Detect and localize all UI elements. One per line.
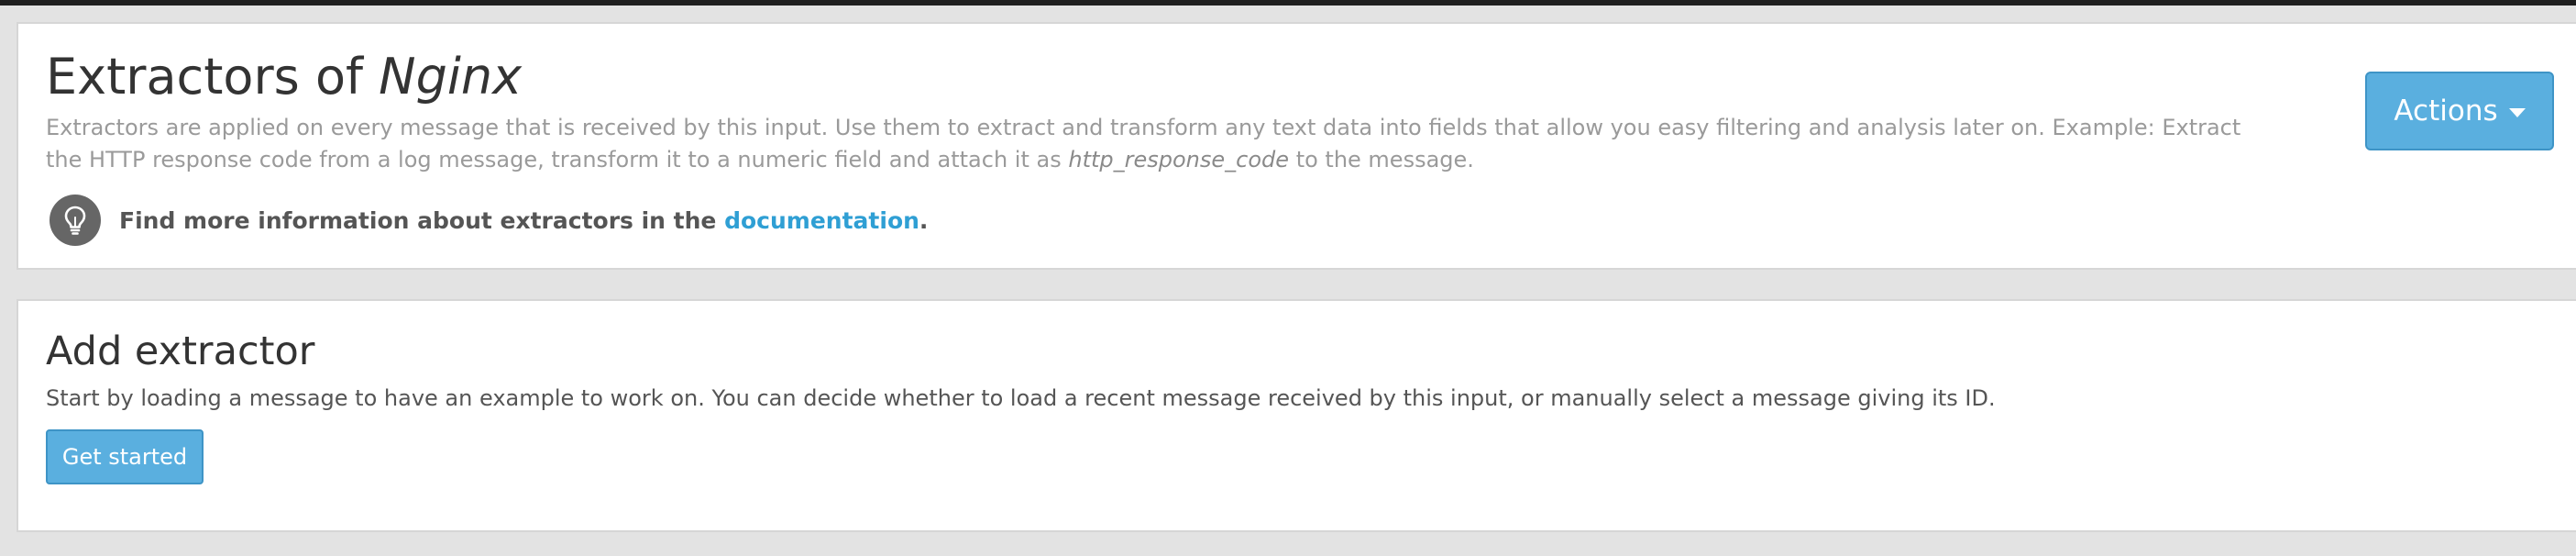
documentation-hint-label: Find more information about extractors i… [119,206,717,234]
input-name: Nginx [379,48,523,106]
extractors-header-panel: Extractors of Nginx Extractors are appli… [17,22,2576,270]
documentation-hint-text: Find more information about extractors i… [119,207,928,234]
add-extractor-panel: Add extractor Start by loading a message… [17,299,2576,532]
documentation-hint: Find more information about extractors i… [50,195,928,246]
lightbulb-icon-glyph [64,206,86,235]
actions-button-label: Actions [2394,95,2498,128]
actions-button[interactable]: Actions [2365,72,2554,150]
description-field-name: http_response_code [1068,147,1290,172]
page-title-prefix: Extractors of [46,48,363,106]
page-title: Extractors of Nginx [46,48,522,106]
top-bar [0,0,2576,6]
add-extractor-description: Start by loading a message to have an ex… [46,385,1996,411]
get-started-button[interactable]: Get started [46,429,204,484]
lightbulb-icon [50,195,101,246]
add-extractor-title: Add extractor [46,328,315,374]
page-description: Extractors are applied on every message … [46,112,2283,176]
documentation-hint-period: . [919,206,929,234]
documentation-link[interactable]: documentation [724,207,919,234]
caret-down-icon [2508,108,2526,117]
description-text-end: to the message. [1295,147,1474,172]
